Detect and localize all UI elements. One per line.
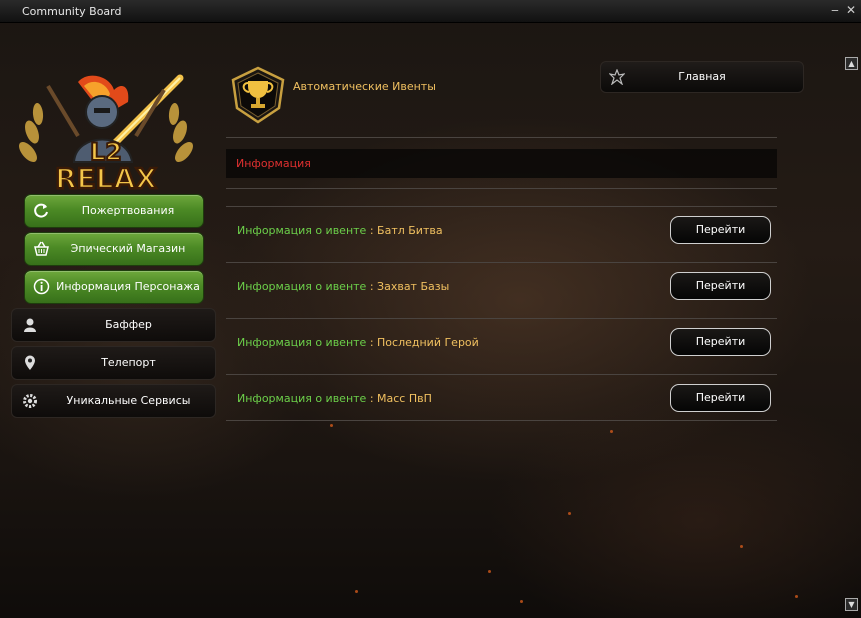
event-row: Информация о ивенте : Последний Герой Пе… (226, 319, 777, 365)
ember-particle (740, 545, 743, 548)
l2-relax-logo: L2 RELAX (18, 72, 194, 196)
event-name: Масс ПвП (377, 392, 432, 405)
event-name: Батл Битва (377, 224, 443, 237)
ember-particle (355, 590, 358, 593)
window-title: Community Board (22, 5, 122, 18)
donations-label: Пожертвования (81, 204, 175, 217)
epic-shop-label: Эпический Магазин (70, 242, 186, 255)
info-bar: Информация (226, 149, 777, 178)
event-name: Захват Базы (377, 280, 450, 293)
ember-particle (488, 570, 491, 573)
character-info-button[interactable]: Информация Персонажа (24, 270, 204, 304)
event-row: Информация о ивенте : Масс ПвП Перейти (226, 375, 777, 421)
event-row: Информация о ивенте : Захват Базы Перейт… (226, 263, 777, 309)
scroll-up-button[interactable]: ▲ (845, 57, 858, 70)
go-button[interactable]: Перейти (670, 272, 771, 300)
go-button[interactable]: Перейти (670, 328, 771, 356)
buffer-button[interactable]: Баффер (11, 308, 216, 342)
unique-services-label: Уникальные Сервисы (66, 394, 191, 407)
divider (226, 420, 777, 421)
teleport-button[interactable]: Телепорт (11, 346, 216, 380)
map-pin-icon (22, 355, 38, 371)
ember-particle (520, 600, 523, 603)
info-icon (33, 278, 50, 295)
person-icon (22, 317, 38, 333)
divider (226, 188, 777, 189)
minimize-button[interactable]: ‒ (829, 4, 841, 16)
info-label: Информация (236, 157, 311, 170)
scroll-down-button[interactable]: ▼ (845, 598, 858, 611)
logo-relax-text: RELAX (55, 162, 157, 194)
event-info-text: Информация о ивенте : Захват Базы (237, 280, 450, 293)
ember-particle (610, 430, 613, 433)
character-info-label: Информация Персонажа (56, 280, 200, 293)
event-row: Информация о ивенте : Батл Битва Перейти (226, 207, 777, 253)
unique-services-button[interactable]: Уникальные Сервисы (11, 384, 216, 418)
donations-button[interactable]: Пожертвования (24, 194, 204, 228)
teleport-label: Телепорт (101, 356, 156, 369)
epic-shop-button[interactable]: Эпический Магазин (24, 232, 204, 266)
go-button[interactable]: Перейти (670, 216, 771, 244)
trophy-icon (227, 66, 289, 124)
gear-icon (22, 393, 38, 409)
home-button[interactable]: Главная (600, 61, 804, 93)
event-name: Последний Герой (377, 336, 479, 349)
title-bar: Community Board ‒ ✕ (0, 0, 861, 23)
home-label: Главная (678, 70, 726, 83)
refresh-icon (33, 202, 50, 219)
ember-particle (795, 595, 798, 598)
buffer-label: Баффер (105, 318, 152, 331)
go-button[interactable]: Перейти (670, 384, 771, 412)
event-info-text: Информация о ивенте : Батл Битва (237, 224, 443, 237)
page-title: Автоматические Ивенты (293, 80, 436, 93)
community-board-window: Community Board ‒ ✕ ▲ ▼ L2 RELAX Пожертв… (0, 0, 861, 618)
close-button[interactable]: ✕ (845, 4, 857, 16)
ember-particle (568, 512, 571, 515)
event-info-text: Информация о ивенте : Масс ПвП (237, 392, 432, 405)
event-info-text: Информация о ивенте : Последний Герой (237, 336, 479, 349)
basket-icon (33, 240, 50, 257)
ember-particle (330, 424, 333, 427)
divider (226, 137, 777, 138)
